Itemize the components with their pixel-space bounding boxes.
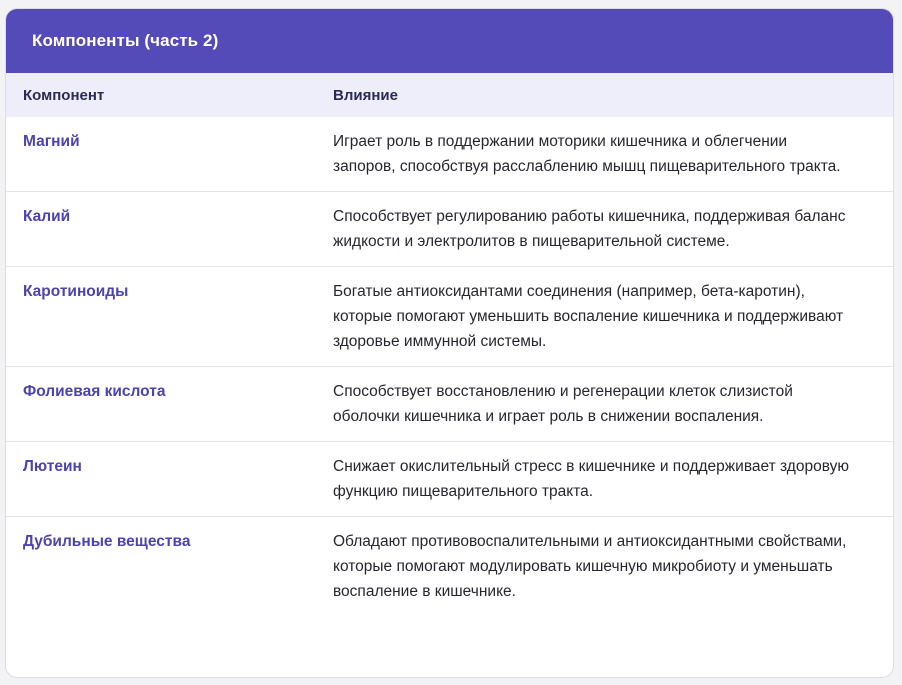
component-name: Каротиноиды xyxy=(23,283,129,300)
component-name: Магний xyxy=(23,133,80,150)
card-header: Компоненты (часть 2) xyxy=(6,9,893,73)
components-table: Компонент Влияние Магний Играет роль в п… xyxy=(6,73,893,616)
component-name: Дубильные вещества xyxy=(23,533,191,550)
component-effect: Играет роль в поддержании моторики кишеч… xyxy=(333,133,841,175)
component-effect: Снижает окислительный стресс в кишечнике… xyxy=(333,458,849,500)
component-effect: Обладают противовоспалительными и антиок… xyxy=(333,533,847,600)
card-title: Компоненты (часть 2) xyxy=(32,31,219,50)
column-header-component: Компонент xyxy=(23,86,105,104)
components-card: Компоненты (часть 2) Компонент Влияние М… xyxy=(5,8,894,678)
table-header-row: Компонент Влияние xyxy=(6,73,893,117)
component-effect: Богатые антиоксидантами соединения (напр… xyxy=(333,283,844,350)
table-row: Калий Способствует регулированию работы … xyxy=(6,192,893,267)
component-effect: Способствует регулированию работы кишечн… xyxy=(333,208,846,250)
table-row: Дубильные вещества Обладают противовоспа… xyxy=(6,517,893,617)
table-row: Лютеин Снижает окислительный стресс в ки… xyxy=(6,442,893,517)
table-row: Фолиевая кислота Способствует восстановл… xyxy=(6,367,893,442)
column-header-effect: Влияние xyxy=(333,86,398,104)
component-name: Калий xyxy=(23,208,71,225)
component-effect: Способствует восстановлению и регенераци… xyxy=(333,383,793,425)
component-name: Лютеин xyxy=(23,458,82,475)
table-row: Магний Играет роль в поддержании моторик… xyxy=(6,117,893,192)
table-row: Каротиноиды Богатые антиоксидантами соед… xyxy=(6,267,893,367)
component-name: Фолиевая кислота xyxy=(23,383,166,400)
